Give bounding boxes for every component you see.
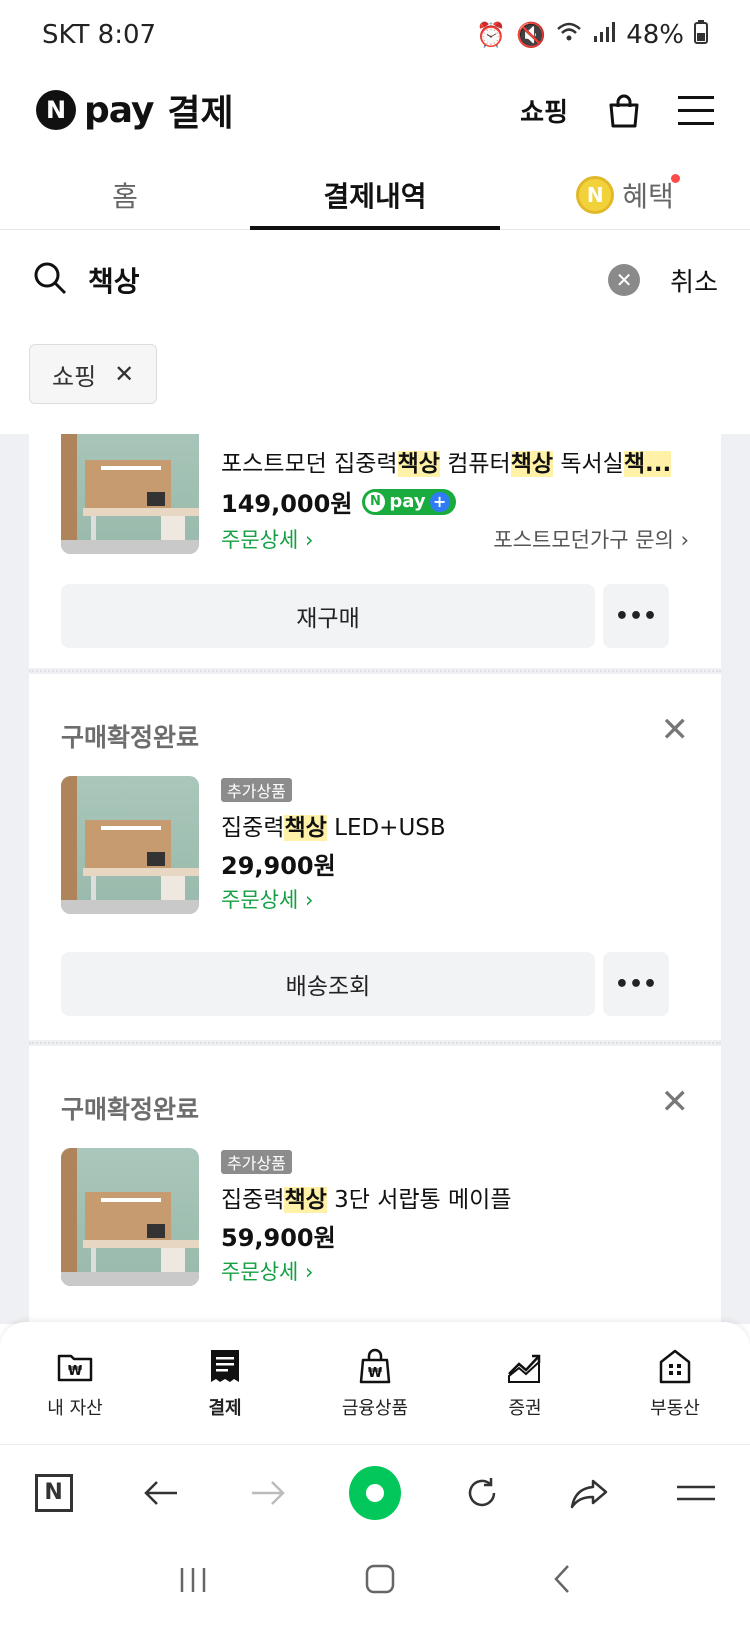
carrier-time: SKT 8:07 <box>42 20 157 50</box>
npay-logo[interactable]: N pay 결제 <box>36 84 234 136</box>
more-options-button[interactable]: ••• <box>603 584 669 648</box>
search-input[interactable]: 책상 <box>88 260 608 300</box>
refresh-icon[interactable] <box>456 1467 508 1519</box>
green-dot-button[interactable] <box>348 1465 401 1520</box>
order-detail-link[interactable]: 주문상세 › <box>221 1256 313 1286</box>
alarm-icon: ⏰ <box>476 21 507 49</box>
battery-icon <box>694 19 708 51</box>
app-header: N pay 결제 쇼핑 <box>0 74 750 146</box>
remove-filter-icon[interactable]: ✕ <box>114 360 134 388</box>
order-list: 포스트모던 집중력책상 컴퓨터책상 독서실책... 149,000원 Npay +… <box>0 434 750 1324</box>
close-icon[interactable]: ✕ <box>661 710 690 750</box>
hamburger-menu-icon[interactable] <box>678 95 714 125</box>
more-options-button[interactable]: ••• <box>603 952 669 1016</box>
shopping-link[interactable]: 쇼핑 <box>520 92 568 129</box>
nav-financial-products[interactable]: ₩ 금융상품 <box>300 1322 450 1444</box>
order-card: 포스트모던 집중력책상 컴퓨터책상 독서실책... 149,000원 Npay +… <box>29 434 721 668</box>
nav-real-estate[interactable]: 부동산 <box>600 1322 750 1444</box>
product-thumbnail[interactable] <box>61 776 199 914</box>
order-detail-link[interactable]: 주문상세 › <box>221 884 313 914</box>
tab-benefits[interactable]: N 혜택 <box>500 160 750 229</box>
nav-stocks[interactable]: 증권 <box>450 1322 600 1444</box>
nav-my-assets[interactable]: ₩ 내 자산 <box>0 1322 150 1444</box>
shopping-bag-icon[interactable] <box>606 93 640 128</box>
receipt-icon <box>211 1350 239 1382</box>
browser-menu-icon[interactable] <box>670 1467 722 1519</box>
order-card: 구매확정완료 ✕ 추가상품 집중력책상 LED+USB 29,900원 주문상세… <box>29 674 721 1040</box>
product-price: 29,900원 <box>221 852 336 880</box>
divider <box>29 670 721 672</box>
svg-text:₩: ₩ <box>368 1366 383 1381</box>
page-title: 결제 <box>167 93 234 134</box>
product-title[interactable]: 집중력책상 LED+USB <box>221 808 691 842</box>
add-on-tag: 추가상품 <box>221 778 292 802</box>
coin-icon: N <box>576 175 615 214</box>
mute-icon: 🔇 <box>516 21 547 49</box>
svg-text:₩: ₩ <box>68 1364 83 1379</box>
search-icon <box>32 260 68 300</box>
filter-chip-label: 쇼핑 <box>52 362 97 391</box>
notification-dot <box>671 174 680 183</box>
signal-icon <box>592 21 616 49</box>
product-title[interactable]: 집중력책상 3단 서랍통 메이플 <box>221 1180 691 1214</box>
forward-arrow-icon[interactable] <box>242 1467 294 1519</box>
system-nav-bar <box>0 1540 750 1625</box>
store-inquiry-link[interactable]: 포스트모던가구 문의 › <box>493 524 689 554</box>
building-icon <box>659 1349 691 1384</box>
order-detail-link[interactable]: 주문상세 › <box>221 524 313 554</box>
logo-pay-text: pay <box>84 89 154 131</box>
tab-payment-history[interactable]: 결제내역 <box>250 160 500 230</box>
main-tabs: 홈 결제내역 N 혜택 <box>0 160 750 230</box>
tab-benefits-label: 혜택 <box>622 179 674 213</box>
search-bar: 책상 ✕ 취소 <box>0 250 750 310</box>
npay-plus-badge: Npay + <box>362 488 456 515</box>
tab-home[interactable]: 홈 <box>0 160 250 229</box>
status-bar: SKT 8:07 ⏰ 🔇 48% <box>0 0 750 70</box>
product-title[interactable]: 포스트모던 집중력책상 컴퓨터책상 독서실책... <box>221 444 691 478</box>
naver-n-icon: N <box>34 1473 73 1512</box>
wifi-icon <box>556 21 582 49</box>
repurchase-button[interactable]: 재구매 <box>61 584 595 648</box>
close-icon[interactable]: ✕ <box>661 1082 690 1122</box>
bottom-nav: ₩ 내 자산 결제 ₩ 금융상품 증권 부동산 <box>0 1322 750 1444</box>
stock-chart-icon <box>508 1354 541 1383</box>
filter-chip-shopping[interactable]: 쇼핑 ✕ <box>29 344 158 404</box>
logo-badge: N <box>36 90 76 130</box>
share-icon[interactable] <box>563 1467 615 1519</box>
order-status: 구매확정완료 <box>61 723 200 752</box>
order-status: 구매확정완료 <box>61 1095 200 1124</box>
browser-toolbar: N <box>0 1444 750 1540</box>
home-icon[interactable] <box>365 1563 395 1603</box>
product-price: 59,900원 <box>221 1224 336 1252</box>
recent-apps-icon[interactable] <box>178 1563 208 1603</box>
track-delivery-button[interactable]: 배송조회 <box>61 952 595 1016</box>
status-icons: ⏰ 🔇 48% <box>476 19 708 51</box>
system-back-icon[interactable] <box>552 1563 572 1603</box>
nav-payment[interactable]: 결제 <box>150 1322 300 1444</box>
product-thumbnail[interactable] <box>61 1148 199 1286</box>
wallet-folder-icon: ₩ <box>57 1354 93 1382</box>
battery-level: 48% <box>626 20 684 50</box>
product-price: 149,000원 Npay + <box>221 484 456 519</box>
back-arrow-icon[interactable] <box>135 1467 187 1519</box>
order-card: 구매확정완료 ✕ 추가상품 집중력책상 3단 서랍통 메이플 59,900원 주… <box>29 1046 721 1324</box>
cancel-search-button[interactable]: 취소 <box>670 262 718 299</box>
add-on-tag: 추가상품 <box>221 1150 292 1174</box>
product-thumbnail[interactable] <box>61 434 199 554</box>
clear-search-icon[interactable]: ✕ <box>608 264 641 296</box>
money-bag-icon: ₩ <box>359 1348 391 1384</box>
naver-home-button[interactable]: N <box>28 1467 80 1519</box>
divider <box>29 1042 721 1044</box>
